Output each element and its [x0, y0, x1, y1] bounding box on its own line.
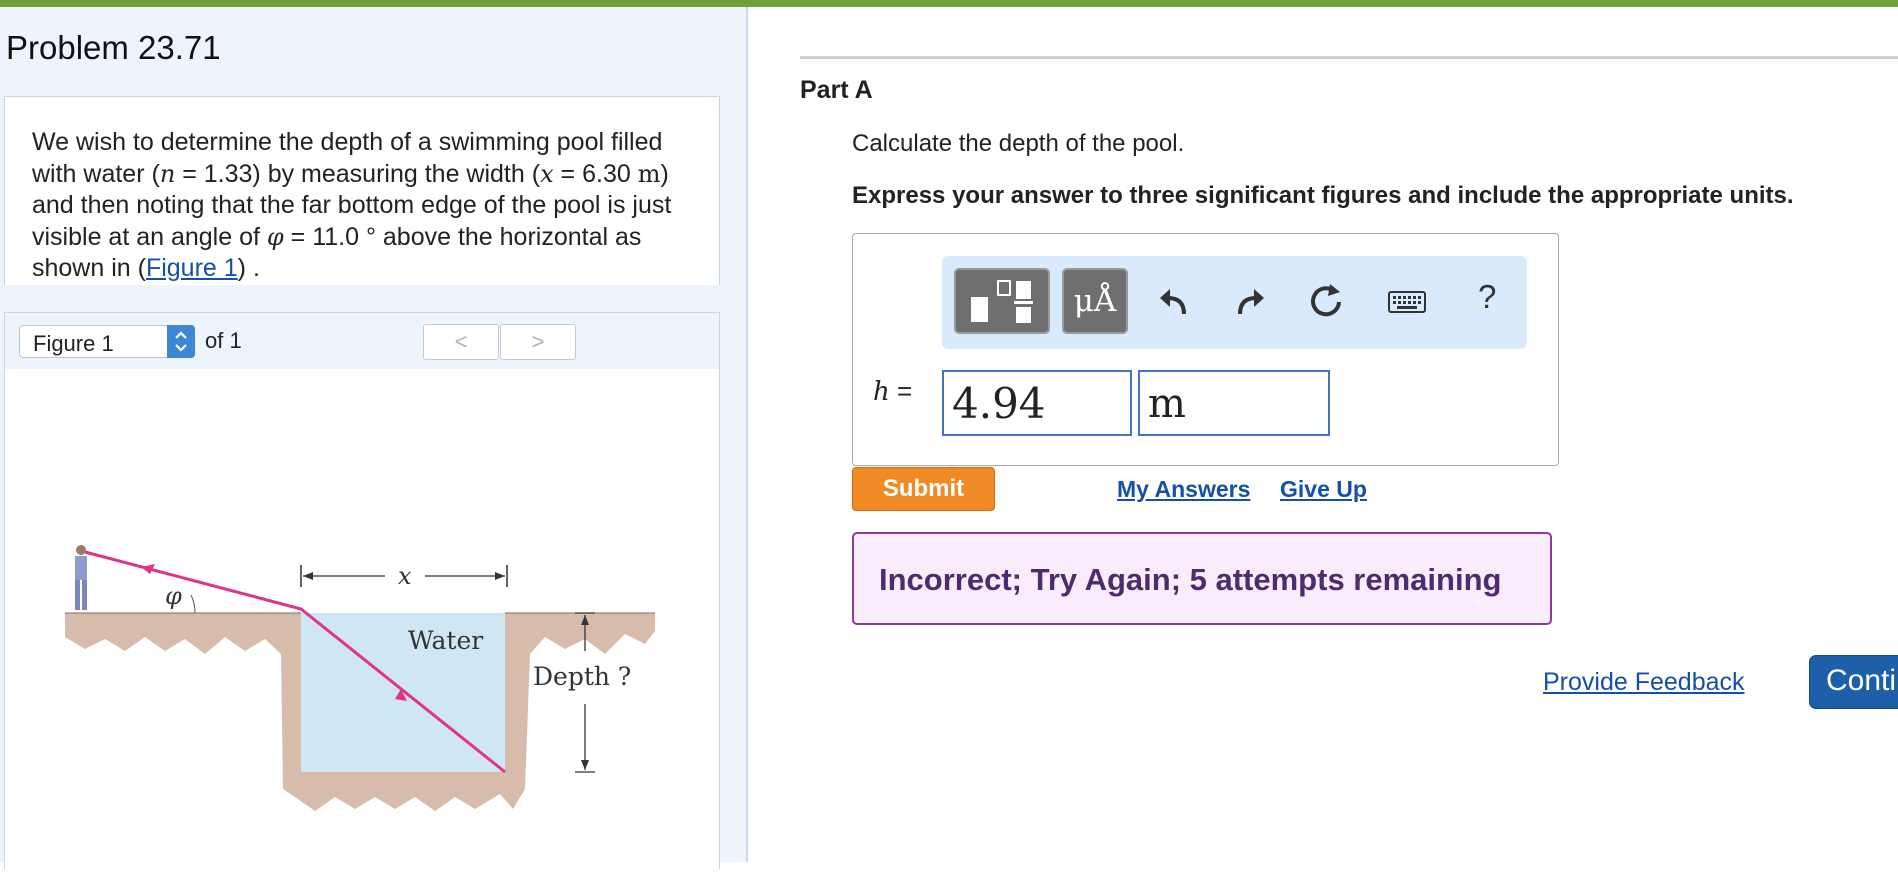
top-accent-bar — [0, 0, 1898, 7]
depth-label: Depth ? — [533, 662, 631, 691]
help-icon[interactable]: ? — [1478, 278, 1496, 316]
feedback-message: Incorrect; Try Again; 5 attempts remaini… — [879, 562, 1502, 597]
next-figure-button[interactable]: > — [500, 324, 576, 360]
my-answers-link[interactable]: My Answers — [1117, 476, 1250, 503]
math-toolbar: μÅ ? — [942, 256, 1527, 349]
problem-statement-box: We wish to determine the depth of a swim… — [4, 96, 720, 285]
part-title: Part A — [800, 76, 873, 104]
problem-title: Problem 23.71 — [6, 29, 221, 66]
submit-button[interactable]: Submit — [852, 467, 995, 511]
undo-icon[interactable] — [1154, 280, 1194, 324]
part-instruction: Express your answer to three significant… — [852, 182, 1794, 209]
answer-pane: Part A Calculate the depth of the pool. … — [748, 7, 1898, 862]
answer-box: μÅ ? h = 4.94 m — [852, 233, 1559, 466]
continue-button[interactable]: Continue — [1809, 655, 1898, 709]
keyboard-icon[interactable] — [1385, 282, 1429, 326]
var-h: h — [873, 377, 890, 407]
figure-select[interactable]: Figure 1 — [19, 325, 195, 358]
feedback-box: Incorrect; Try Again; 5 attempts remaini… — [852, 532, 1552, 625]
answer-unit-input[interactable]: m — [1138, 370, 1330, 436]
answer-variable-label: h = — [873, 376, 912, 407]
var-phi: φ — [266, 222, 284, 251]
problem-text-part: = 1.33) by measuring the width ( — [175, 159, 541, 188]
unit-m: m — [637, 159, 661, 188]
phi-label: φ — [165, 582, 182, 610]
redo-icon[interactable] — [1230, 280, 1270, 324]
templates-icon[interactable] — [954, 268, 1050, 334]
figure-count: of 1 — [205, 328, 242, 353]
figure-select-value: Figure 1 — [33, 331, 114, 356]
water-label: Water — [408, 626, 483, 655]
reset-icon[interactable] — [1306, 280, 1346, 324]
figure-area: φ x Water Depth ? — [4, 369, 720, 869]
problem-statement: We wish to determine the depth of a swim… — [32, 127, 712, 285]
part-divider — [800, 56, 1898, 59]
problem-pane: Problem 23.71 We wish to determine the d… — [0, 7, 748, 869]
equals-sign: = — [889, 376, 913, 406]
var-n: n — [159, 159, 176, 188]
answer-value-input[interactable]: 4.94 — [942, 370, 1132, 436]
problem-text-part: = 6.30 — [553, 159, 638, 188]
x-label: x — [398, 562, 412, 590]
figure-link[interactable]: Figure 1 — [146, 254, 238, 282]
problem-text-part: ) . — [237, 254, 260, 282]
give-up-link[interactable]: Give Up — [1280, 476, 1367, 503]
figure-nav-bar: Figure 1 of 1 < > — [4, 312, 720, 371]
select-arrows-icon — [167, 325, 195, 358]
units-icon[interactable]: μÅ — [1062, 268, 1128, 334]
provide-feedback-link[interactable]: Provide Feedback — [1543, 668, 1745, 697]
prev-figure-button[interactable]: < — [423, 324, 499, 360]
part-prompt: Calculate the depth of the pool. — [852, 130, 1185, 157]
var-x: x — [540, 159, 554, 188]
pool-diagram: φ x Water Depth ? — [45, 399, 685, 869]
